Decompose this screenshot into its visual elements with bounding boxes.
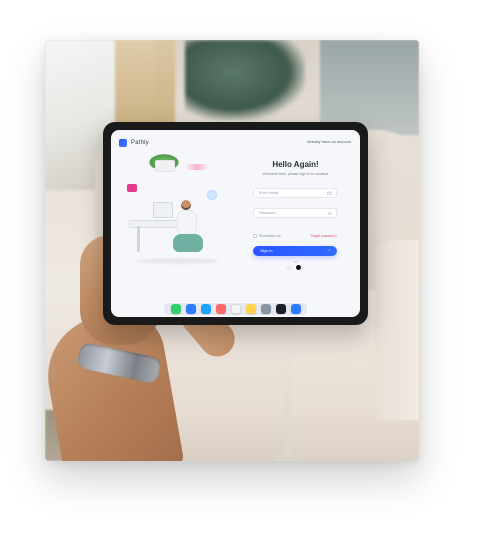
desk-leg — [137, 226, 140, 252]
brand-name: Pathly — [131, 140, 149, 146]
bubble-icon — [207, 190, 217, 200]
forgot-password-link[interactable]: Forgot password? — [311, 234, 337, 238]
remember-me-checkbox[interactable] — [253, 234, 257, 238]
monitor-icon — [153, 202, 173, 218]
flag-icon — [127, 184, 137, 192]
apple-icon[interactable] — [296, 265, 301, 270]
email-field[interactable]: Enter email — [253, 188, 337, 198]
app-store-app-icon[interactable] — [290, 304, 301, 314]
background-mirror — [320, 40, 419, 135]
plant-pot-icon — [155, 160, 175, 172]
photo-card: Pathly Already have an account Hello Aga… — [45, 40, 419, 461]
top-bar: Pathly Already have an account — [111, 130, 360, 152]
safari-app-icon[interactable] — [200, 304, 211, 314]
social-login — [287, 265, 301, 270]
tablet-device: Pathly Already have an account Hello Aga… — [103, 122, 368, 325]
login-illustration — [119, 154, 237, 274]
settings-app-icon[interactable] — [260, 304, 271, 314]
person-head-icon — [181, 200, 191, 210]
dock — [163, 302, 308, 316]
login-greeting: Hello Again! — [272, 160, 319, 169]
or-divider: or — [294, 260, 297, 264]
messages-app-icon[interactable] — [170, 304, 181, 314]
password-field[interactable]: Password — [253, 208, 337, 218]
sofa-armrest — [375, 240, 419, 420]
finder-app-icon[interactable] — [185, 304, 196, 314]
person-legs-icon — [173, 234, 203, 252]
login-options-row: Remember me Forgot password? — [253, 232, 337, 240]
arrow-right-icon: → — [326, 247, 331, 253]
remember-me[interactable]: Remember me — [253, 234, 281, 238]
google-icon[interactable] — [287, 265, 292, 270]
page: Pathly Already have an account Hello Aga… — [0, 0, 500, 547]
notes-app-icon[interactable] — [245, 304, 256, 314]
sparkle-icon — [185, 164, 209, 170]
password-placeholder: Password — [259, 211, 276, 215]
brand[interactable]: Pathly — [119, 138, 149, 148]
photos-app-icon[interactable] — [215, 304, 226, 314]
calendar-app-icon[interactable] — [230, 304, 241, 314]
eye-icon[interactable] — [327, 211, 332, 216]
brand-logo-icon — [119, 139, 127, 147]
tablet-screen: Pathly Already have an account Hello Aga… — [111, 130, 360, 317]
terminal-app-icon[interactable] — [275, 304, 286, 314]
remember-me-label: Remember me — [259, 234, 281, 238]
sign-in-button[interactable]: Sign In → — [253, 246, 337, 256]
sign-in-label: Sign In — [260, 248, 273, 253]
login-card: Hello Again! Welcome back, please sign i… — [243, 160, 348, 280]
top-right-link[interactable]: Already have an account — [307, 139, 351, 144]
email-placeholder: Enter email — [259, 191, 279, 195]
mail-icon — [327, 191, 332, 196]
background-plant — [185, 40, 305, 120]
photo-scene: Pathly Already have an account Hello Aga… — [45, 40, 419, 461]
floor-shadow — [137, 258, 219, 264]
login-subtext: Welcome back, please sign in to continue — [262, 172, 329, 176]
person-body-icon — [177, 210, 197, 236]
